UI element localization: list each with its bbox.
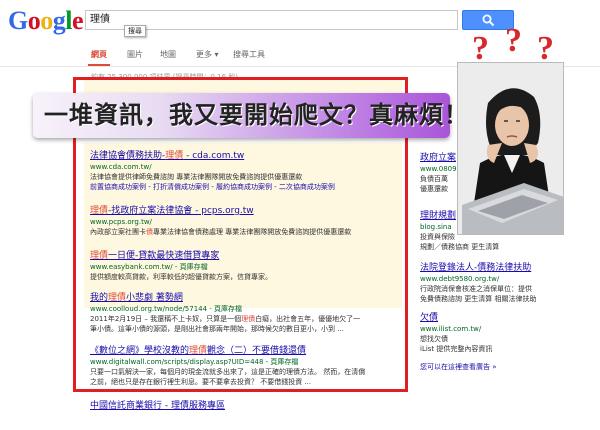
tab-web[interactable]: 網頁 <box>91 49 107 60</box>
side-ad-desc: iList 提供完整內容資訊 <box>420 345 493 353</box>
logo-letter: G <box>8 6 28 35</box>
side-ad-desc: 免費債務諮詢 更生清算 相關法律扶助 <box>420 295 537 303</box>
question-mark-icon: ? <box>505 22 522 59</box>
search-result-partial[interactable]: 中國信託商業銀行 - 理債服務專區 <box>90 398 225 411</box>
tab-more[interactable]: 更多 ▾ <box>196 49 219 60</box>
logo-letter: e <box>71 6 84 35</box>
banner-text: 一堆資訊，我又要開始爬文？真麻煩！ <box>44 101 469 129</box>
google-logo[interactable]: Google <box>8 6 84 35</box>
tab-images[interactable]: 圖片 <box>127 49 143 60</box>
side-ad-title[interactable]: 欠債 <box>420 312 595 324</box>
side-ad-desc: 想找欠債 <box>420 335 448 343</box>
search-icon <box>482 14 495 27</box>
question-mark-icon: ? <box>472 30 489 67</box>
woman-illustration <box>458 63 563 234</box>
tab-search-tools[interactable]: 搜尋工具 <box>233 49 265 60</box>
search-tooltip: 搜尋 <box>124 25 146 37</box>
logo-letter: l <box>65 6 72 35</box>
logo-letter: g <box>52 6 66 35</box>
logo-letter: o <box>40 6 53 35</box>
side-ad-title[interactable]: 法院登錄法人-債務法律扶助 <box>420 262 595 274</box>
stressed-woman-photo <box>457 62 564 235</box>
logo-letter: o <box>27 6 41 35</box>
side-ad-desc: 規劃／債務協商 更生清算 <box>420 243 500 251</box>
side-ad-url: www.debt9580.org.tw/ <box>420 275 500 283</box>
side-ad: 欠債 www.ilist.com.tw/ 想找欠債 iList 提供完整內容資訊 <box>420 312 595 354</box>
question-mark-icon: ? <box>537 30 554 67</box>
side-ad: 法院登錄法人-債務法律扶助 www.debt9580.org.tw/ 行政院消保… <box>420 262 595 304</box>
side-ad-url: www.ilist.com.tw/ <box>420 325 482 333</box>
tab-maps[interactable]: 地圖 <box>160 49 176 60</box>
side-ad-desc: 行政院消保會核准之消保單位：提供 <box>420 285 532 293</box>
see-ads-link[interactable]: 您可以在這裡查看廣告 » <box>420 362 595 372</box>
